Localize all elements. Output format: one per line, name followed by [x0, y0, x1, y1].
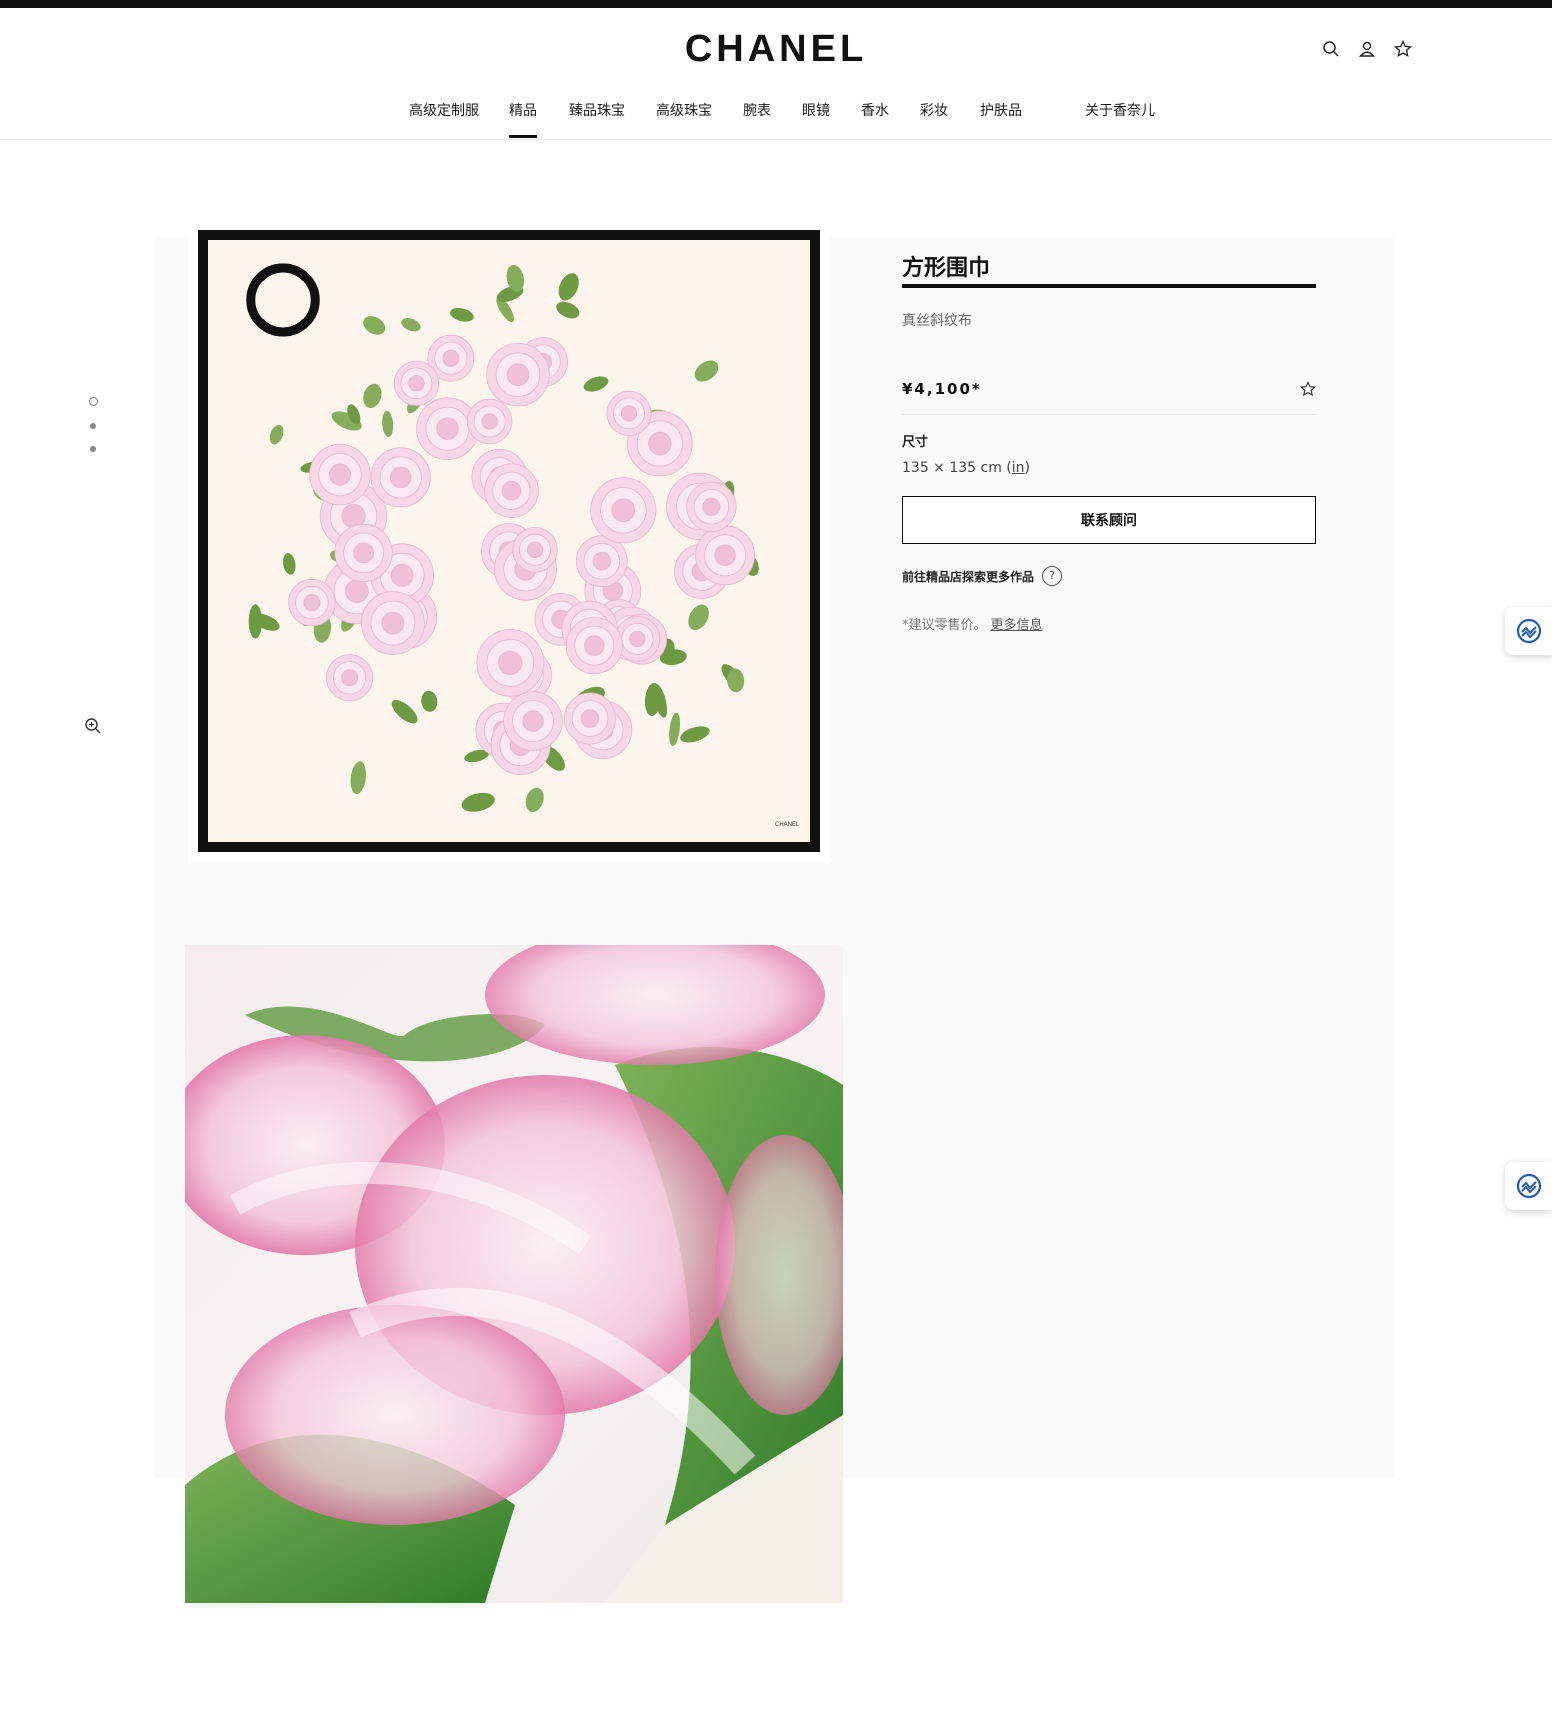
gallery-dot-2[interactable] [90, 423, 96, 429]
camellia-flower [309, 443, 371, 506]
camellia-flower [563, 692, 616, 745]
camellia-flower [686, 481, 737, 532]
nav-divider [0, 139, 1552, 140]
nav-item-skincare[interactable]: 护肤品 [980, 100, 1022, 120]
account-icon[interactable] [1358, 40, 1376, 58]
leaf [248, 604, 263, 639]
nav-item-high-jewelry[interactable]: 高级珠宝 [656, 100, 712, 120]
chat-assistant-icon [1516, 618, 1542, 644]
price-note-text: *建议零售价。 [902, 618, 987, 633]
nav-item-watches[interactable]: 腕表 [743, 100, 771, 120]
scarf-signature: CHANEL [775, 822, 800, 828]
chat-assistant-icon [1516, 1173, 1542, 1199]
product-price: ¥4,100* [902, 380, 982, 398]
camellia-flower [326, 654, 374, 702]
nav-active-indicator [509, 135, 537, 138]
camellia-flower [512, 527, 558, 573]
price-divider [902, 414, 1316, 415]
floating-chat-button[interactable] [1505, 607, 1552, 655]
gallery-pagination [89, 397, 98, 469]
more-info-link[interactable]: 更多信息 [991, 618, 1043, 633]
camellia-flower [486, 342, 550, 407]
nav-item-makeup[interactable]: 彩妆 [920, 100, 948, 120]
nav-item-haute-couture[interactable]: 高级定制服 [409, 100, 479, 120]
main-nav: 高级定制服 精品 臻品珠宝 高级珠宝 腕表 眼镜 香水 彩妆 护肤品 关于香奈儿 [0, 96, 1552, 140]
camellia-flower [476, 628, 545, 697]
product-title: 方形围巾 [902, 256, 991, 281]
zoom-in-icon[interactable] [84, 717, 102, 735]
boutique-row: 前往精品店探索更多作品 ? [902, 566, 1316, 586]
help-icon[interactable]: ? [1042, 566, 1063, 586]
nav-item-fragrance[interactable]: 香水 [861, 100, 889, 120]
price-row: ¥4,100* [902, 380, 1316, 398]
size-close-paren: ) [1024, 460, 1031, 476]
camellia-flower [334, 523, 393, 582]
nav-item-about-chanel[interactable]: 关于香奈儿 [1085, 100, 1155, 120]
product-image-scarf[interactable]: CHANEL [188, 220, 830, 862]
camellia-flower [575, 535, 628, 588]
camellia-flower [695, 525, 755, 586]
size-unit-toggle[interactable]: in [1012, 460, 1025, 476]
chanel-logo[interactable]: CHANEL [0, 28, 1552, 71]
product-info: 方形围巾 真丝斜纹布 ¥4,100* 尺寸 135 × 135 cm (in) … [902, 250, 1316, 633]
size-dimensions: 135 × 135 cm ( [902, 460, 1012, 476]
top-bar [0, 0, 1552, 8]
camellia-flower [503, 691, 563, 751]
size-value: 135 × 135 cm (in) [902, 460, 1316, 476]
camellia-flower [590, 477, 657, 544]
camellia-flower [484, 463, 539, 518]
boutique-text: 前往精品店探索更多作品 [902, 569, 1035, 584]
camellia-flower [606, 390, 652, 436]
camellia-flower [360, 591, 425, 656]
price-note: *建议零售价。 更多信息 [902, 614, 1316, 633]
nav-item-fashion[interactable]: 精品 [509, 100, 537, 120]
camellia-flower [288, 578, 336, 627]
nav-item-fine-jewelry[interactable]: 臻品珠宝 [569, 100, 625, 120]
gallery-dot-1[interactable] [89, 397, 98, 406]
scarf-illustration: CHANEL [198, 230, 820, 852]
camellia-flower [565, 617, 623, 675]
floating-chat-button-2[interactable] [1505, 1162, 1552, 1210]
camellia-flower [466, 398, 513, 445]
product-material: 真丝斜纹布 [902, 313, 972, 329]
contact-advisor-button[interactable]: 联系顾问 [902, 496, 1316, 544]
fabric-detail-illustration [185, 945, 843, 1603]
nav-item-eyewear[interactable]: 眼镜 [802, 100, 830, 120]
header-icons [1322, 40, 1412, 58]
camellia-flower [370, 447, 431, 508]
gallery-dot-3[interactable] [90, 446, 96, 452]
title-underline [902, 284, 1316, 288]
wishlist-star-icon[interactable] [1394, 40, 1412, 58]
camellia-flower [393, 360, 439, 406]
size-label: 尺寸 [902, 435, 929, 450]
product-image-detail[interactable] [185, 945, 843, 1603]
search-icon[interactable] [1322, 40, 1340, 58]
wishlist-add-star-icon[interactable] [1300, 381, 1316, 397]
